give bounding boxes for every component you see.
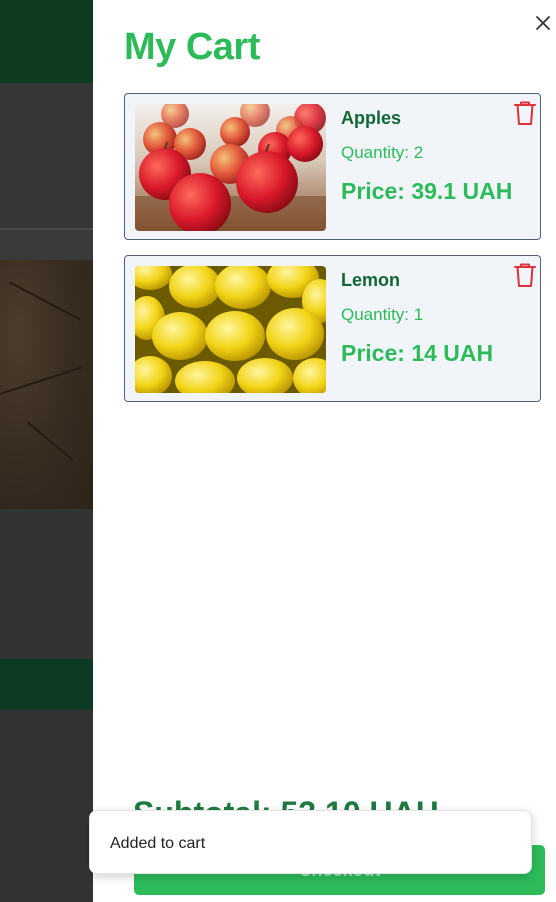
- trash-icon: [514, 101, 536, 125]
- page-section: [0, 509, 93, 659]
- toast-notification[interactable]: Added to cart: [89, 810, 532, 874]
- page-header: [0, 0, 93, 83]
- apples-photo: [135, 104, 326, 231]
- close-icon: [536, 16, 550, 30]
- item-price: Price: 39.1 UAH: [341, 178, 513, 204]
- toast-message: Added to cart: [110, 835, 206, 852]
- delete-item-button[interactable]: [513, 262, 537, 288]
- item-quantity: Quantity: 2: [341, 143, 424, 162]
- cart-item: Apples Quantity: 2 Price: 39.1 UAH: [124, 93, 541, 240]
- backdrop-page[interactable]: [0, 0, 93, 902]
- product-image: [0, 260, 93, 509]
- item-name: Apples: [341, 108, 402, 128]
- item-quantity: Quantity: 1: [341, 305, 424, 324]
- page-section: [0, 230, 93, 260]
- cart-item: Lemon Quantity: 1 Price: 14 UAH: [124, 255, 541, 402]
- page-footer: [0, 659, 93, 710]
- cart-drawer: My Cart Apples Quantity: 2 Price: 39.1 U…: [93, 0, 556, 902]
- lemons-photo: [135, 266, 326, 393]
- cart-title: My Cart: [124, 26, 260, 68]
- close-button[interactable]: [533, 13, 553, 33]
- cart-item-list: Apples Quantity: 2 Price: 39.1 UAH Lemon…: [124, 93, 543, 417]
- page-section: [0, 83, 93, 228]
- trash-icon: [514, 263, 536, 287]
- item-name: Lemon: [341, 270, 401, 290]
- delete-item-button[interactable]: [513, 100, 537, 126]
- page-section: [0, 710, 93, 902]
- item-price: Price: 14 UAH: [341, 340, 494, 366]
